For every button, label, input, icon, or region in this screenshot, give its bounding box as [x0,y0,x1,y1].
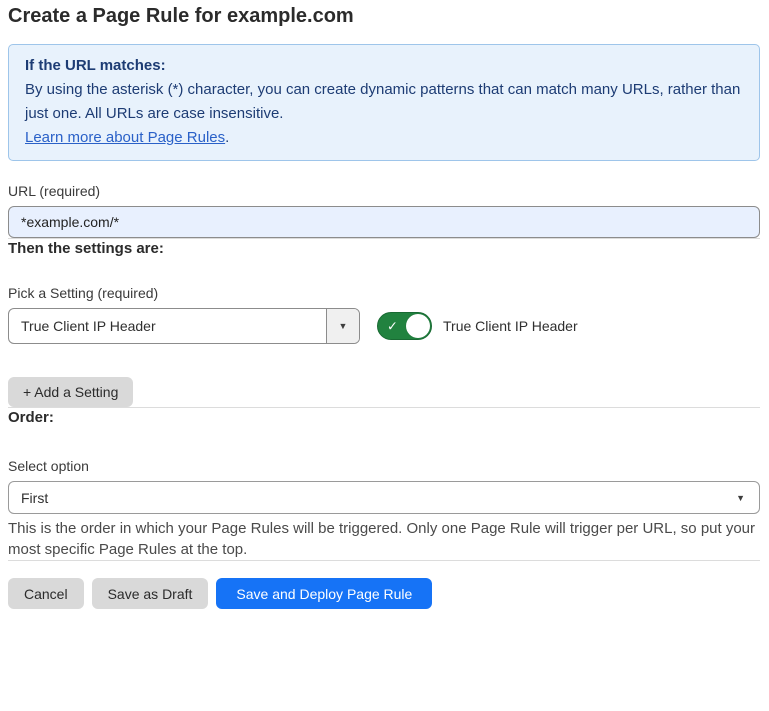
setting-select[interactable]: True Client IP Header ▼ [8,308,360,344]
save-as-draft-button[interactable]: Save as Draft [92,578,209,609]
page-title: Create a Page Rule for example.com [8,3,760,29]
footer-actions: Cancel Save as Draft Save and Deploy Pag… [8,578,760,609]
order-select-value: First [21,490,48,506]
url-input[interactable] [8,206,760,238]
url-match-info-box: If the URL matches: By using the asteris… [8,44,760,161]
settings-section-heading: Then the settings are: [8,239,760,259]
url-field-label: URL (required) [8,181,760,201]
learn-more-link[interactable]: Learn more about Page Rules [25,129,225,146]
link-period: . [225,129,229,146]
pick-setting-label: Pick a Setting (required) [8,283,760,303]
order-select[interactable]: First ▼ [8,481,760,514]
footer-divider [8,560,760,561]
toggle-knob [406,314,430,338]
add-setting-button[interactable]: + Add a Setting [8,377,133,407]
chevron-down-icon: ▼ [736,493,745,503]
info-box-body: By using the asterisk (*) character, you… [25,78,743,126]
order-help-text: This is the order in which your Page Rul… [8,518,760,560]
chevron-down-icon: ▼ [339,321,348,331]
order-section-heading: Order: [8,408,760,428]
order-select-label: Select option [8,456,760,476]
info-box-heading: If the URL matches: [25,54,743,78]
setting-select-value: True Client IP Header [9,309,326,343]
check-icon: ✓ [387,320,398,333]
true-client-ip-toggle[interactable]: ✓ [377,312,432,340]
save-and-deploy-button[interactable]: Save and Deploy Page Rule [216,578,432,609]
info-box-link-line: Learn more about Page Rules. [25,126,743,150]
setting-row: True Client IP Header ▼ ✓ True Client IP… [8,308,760,344]
setting-select-arrow-button[interactable]: ▼ [326,309,359,343]
toggle-label: True Client IP Header [443,318,578,334]
cancel-button[interactable]: Cancel [8,578,84,609]
